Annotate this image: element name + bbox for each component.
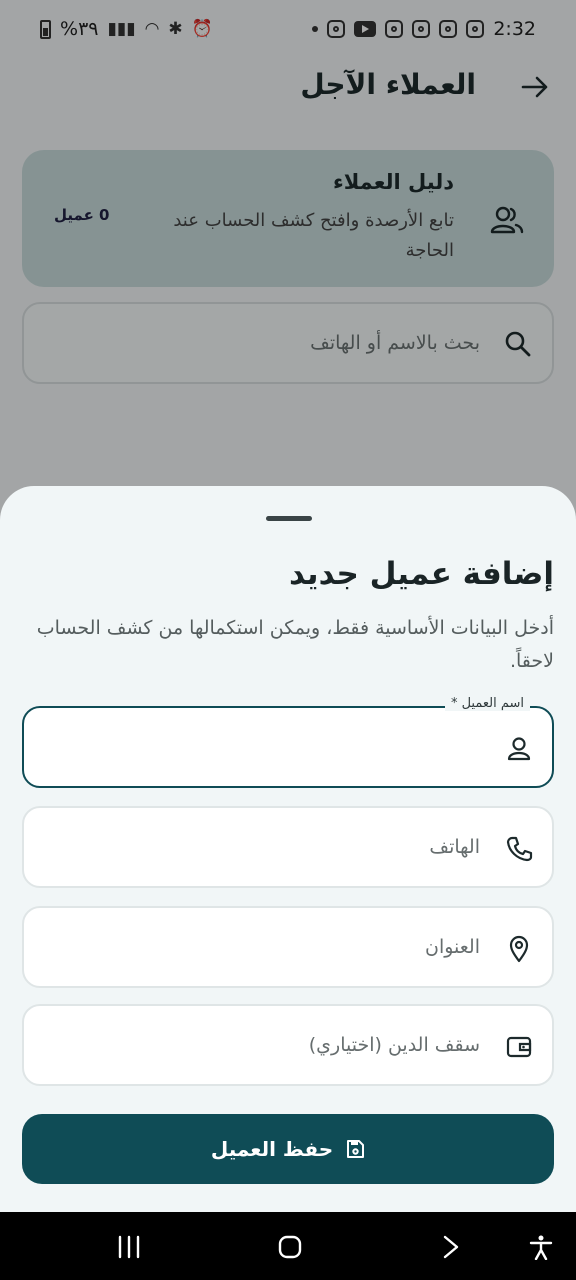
save-icon: [347, 1140, 365, 1158]
wallet-icon: [506, 1036, 532, 1058]
customer-name-field[interactable]: اسم العميل *: [22, 696, 554, 788]
phone-icon: [506, 836, 533, 862]
screen: %٣٩ ▮▮▮ ◠ ✱ ⏰ 2:32 العملاء الآجل دليل ال…: [0, 0, 576, 1280]
customer-name-label: اسم العميل *: [444, 696, 530, 711]
save-button-label: حفظ العميل: [210, 1137, 334, 1161]
phone-field[interactable]: الهاتف: [22, 806, 554, 888]
save-customer-button[interactable]: حفظ العميل: [22, 1114, 554, 1184]
address-field[interactable]: العنوان: [22, 906, 554, 988]
phone-placeholder: الهاتف: [429, 836, 480, 858]
person-icon: [507, 737, 531, 761]
recent-apps-icon[interactable]: [116, 1234, 142, 1260]
home-icon[interactable]: [277, 1234, 303, 1260]
sheet-title: إضافة عميل جديد: [289, 556, 554, 592]
back-chevron-icon[interactable]: [440, 1234, 462, 1260]
credit-limit-field[interactable]: سقف الدين (اختياري): [22, 1004, 554, 1086]
credit-limit-placeholder: سقف الدين (اختياري): [308, 1034, 480, 1056]
sheet-subtitle: أدخل البيانات الأساسية فقط، ويمكن استكما…: [36, 617, 554, 672]
accessibility-icon[interactable]: [528, 1234, 554, 1260]
sheet-drag-handle[interactable]: [266, 516, 312, 521]
address-placeholder: العنوان: [424, 936, 480, 958]
add-customer-sheet: إضافة عميل جديد أدخل البيانات الأساسية ف…: [0, 486, 576, 1212]
location-pin-icon: [509, 935, 529, 963]
system-nav-bar: [0, 1212, 576, 1280]
